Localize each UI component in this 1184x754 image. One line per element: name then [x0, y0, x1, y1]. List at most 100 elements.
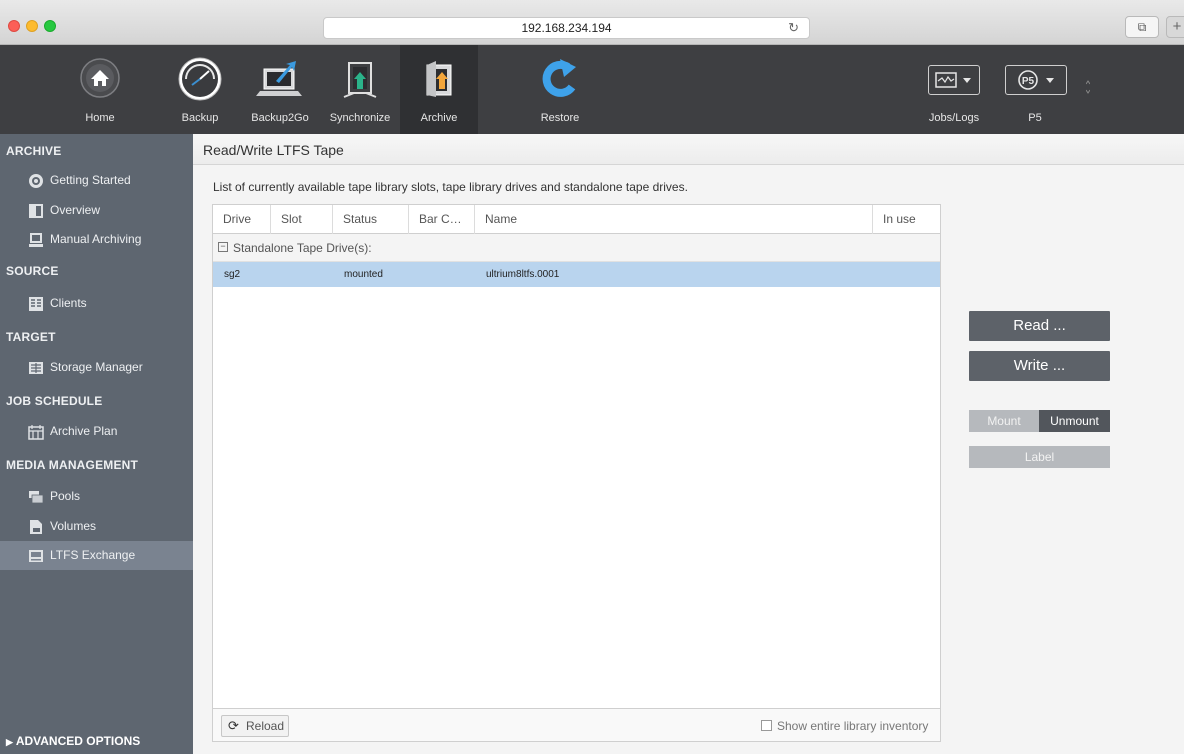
section-job-schedule: JOB SCHEDULE [6, 394, 103, 408]
archive-icon [419, 59, 459, 106]
jobs-dropdown[interactable] [928, 65, 980, 95]
page-title-bar: Read/Write LTFS Tape [193, 134, 1184, 165]
new-tab-button[interactable]: + [1166, 16, 1184, 38]
toolbar-jobs-logs[interactable]: Jobs/Logs [918, 45, 990, 134]
sidebar-item-volumes[interactable]: Volumes [0, 512, 193, 541]
toolbar-archive[interactable]: Archive [400, 45, 478, 134]
sync-icon [340, 59, 380, 106]
table-footer: ⟳ Reload Show entire library inventory [213, 708, 940, 741]
sidebar-item-label: Clients [50, 296, 87, 310]
page-title: Read/Write LTFS Tape [203, 142, 344, 158]
toolbar-jobs-logs-label: Jobs/Logs [928, 112, 980, 124]
triangle-right-icon: ▶ [6, 737, 13, 747]
sidebar-item-label: Manual Archiving [50, 232, 142, 246]
toolbar-p5[interactable]: P5 P5 [1000, 45, 1070, 134]
main-panel: Read/Write LTFS Tape List of currently a… [193, 134, 1184, 754]
page-description: List of currently available tape library… [213, 180, 688, 194]
reload-button[interactable]: ⟳ Reload [221, 715, 289, 737]
refresh-icon: ⟳ [228, 718, 239, 733]
sidebar-item-overview[interactable]: Overview [0, 196, 193, 225]
column-slot[interactable]: Slot [271, 205, 333, 234]
film-reel-icon [28, 173, 43, 188]
toolbar-backup2go[interactable]: Backup2Go [245, 45, 315, 134]
sidebar-item-label: Volumes [50, 519, 97, 533]
toolbar-synchronize-label: Synchronize [329, 112, 391, 124]
tape-drive-icon [28, 548, 43, 563]
volumes-icon [28, 519, 43, 534]
show-inventory-checkbox[interactable] [761, 720, 772, 731]
section-target: TARGET [6, 330, 56, 344]
tab-overview-button[interactable]: ⧉ [1125, 16, 1159, 38]
address-bar[interactable]: 192.168.234.194 ↻ [323, 17, 810, 39]
toolbar-restore[interactable]: Restore [520, 45, 600, 134]
write-button[interactable]: Write ... [969, 351, 1110, 381]
sidebar-item-label: Getting Started [50, 173, 131, 187]
mount-button[interactable]: Mount [969, 410, 1039, 432]
sidebar-item-storage-manager[interactable]: Storage Manager [0, 353, 193, 382]
restore-icon [538, 57, 582, 104]
cell-name: ultrium8ltfs.0001 [486, 269, 560, 280]
sidebar-item-ltfs-exchange[interactable]: LTFS Exchange [0, 541, 193, 570]
section-media-management: MEDIA MANAGEMENT [6, 458, 139, 472]
sidebar-item-manual-archiving[interactable]: Manual Archiving [0, 225, 193, 254]
sidebar-item-label: Pools [50, 489, 81, 503]
reload-page-icon[interactable]: ↻ [788, 18, 799, 38]
sidebar-item-pools[interactable]: Pools [0, 482, 193, 511]
zoom-window-button[interactable] [44, 20, 56, 32]
computer-icon [28, 232, 43, 247]
sidebar-item-clients[interactable]: Clients [0, 289, 193, 318]
minimize-window-button[interactable] [26, 20, 38, 32]
show-inventory-option[interactable]: Show entire library inventory [761, 719, 928, 733]
unmount-button[interactable]: Unmount [1039, 410, 1110, 432]
gauge-icon [176, 55, 224, 106]
storage-icon [28, 360, 43, 375]
advanced-options-toggle[interactable]: ▶ ADVANCED OPTIONS [6, 734, 140, 748]
column-name[interactable]: Name [475, 205, 873, 234]
show-inventory-label: Show entire library inventory [777, 719, 929, 733]
reload-label: Reload [246, 719, 285, 733]
column-drive[interactable]: Drive [213, 205, 271, 234]
table-header: Drive Slot Status Bar C… Name In use [213, 205, 940, 234]
p5-badge: P5 [1022, 76, 1035, 87]
archive-door-icon [28, 203, 43, 218]
column-status[interactable]: Status [333, 205, 409, 234]
sidebar-item-getting-started[interactable]: Getting Started [0, 166, 193, 195]
toolbar-backup-label: Backup [181, 112, 219, 124]
table-row[interactable]: sg2 mounted ultrium8ltfs.0001 [213, 262, 940, 287]
laptop-icon [256, 59, 304, 104]
section-source: SOURCE [6, 264, 59, 278]
p5-dropdown[interactable]: P5 [1005, 65, 1067, 95]
toolbar-backup2go-label: Backup2Go [251, 112, 309, 124]
toolbar-home[interactable]: Home [60, 45, 140, 134]
tape-table: Drive Slot Status Bar C… Name In use − S… [212, 204, 941, 742]
collapse-icon[interactable]: − [218, 242, 228, 252]
toolbar-archive-label: Archive [420, 112, 458, 124]
sidebar-item-archive-plan[interactable]: Archive Plan [0, 417, 193, 446]
group-row-standalone[interactable]: − Standalone Tape Drive(s): [213, 234, 940, 262]
toolbar-p5-label: P5 [1028, 112, 1042, 124]
sidebar-item-label: Storage Manager [50, 360, 143, 374]
read-button[interactable]: Read ... [969, 311, 1110, 341]
sidebar-item-label: LTFS Exchange [50, 548, 136, 562]
toolbar-synchronize[interactable]: Synchronize [322, 45, 398, 134]
cell-status: mounted [344, 269, 383, 280]
pools-icon [28, 489, 44, 504]
label-button[interactable]: Label [969, 446, 1110, 468]
main-toolbar: Home Backup Backup2Go Synchronize Archiv… [0, 45, 1184, 134]
cell-drive: sg2 [224, 269, 241, 280]
toolbar-backup[interactable]: Backup [170, 45, 230, 134]
group-label: Standalone Tape Drive(s): [233, 241, 372, 255]
home-icon [79, 57, 121, 102]
column-in-use[interactable]: In use [873, 205, 940, 234]
sidebar: ARCHIVE Getting Started Overview Manual … [0, 134, 193, 754]
url-text: 192.168.234.194 [521, 21, 612, 35]
column-barcode[interactable]: Bar C… [409, 205, 475, 234]
sidebar-item-label: Archive Plan [50, 424, 118, 438]
toolbar-restore-label: Restore [540, 112, 580, 124]
calendar-icon [28, 424, 44, 440]
toolbar-home-label: Home [85, 112, 115, 124]
clients-icon [28, 296, 43, 311]
browser-chrome: 192.168.234.194 ↻ ⧉ + [0, 0, 1184, 45]
close-window-button[interactable] [8, 20, 20, 32]
toolbar-resize-handle[interactable] [1085, 79, 1091, 95]
